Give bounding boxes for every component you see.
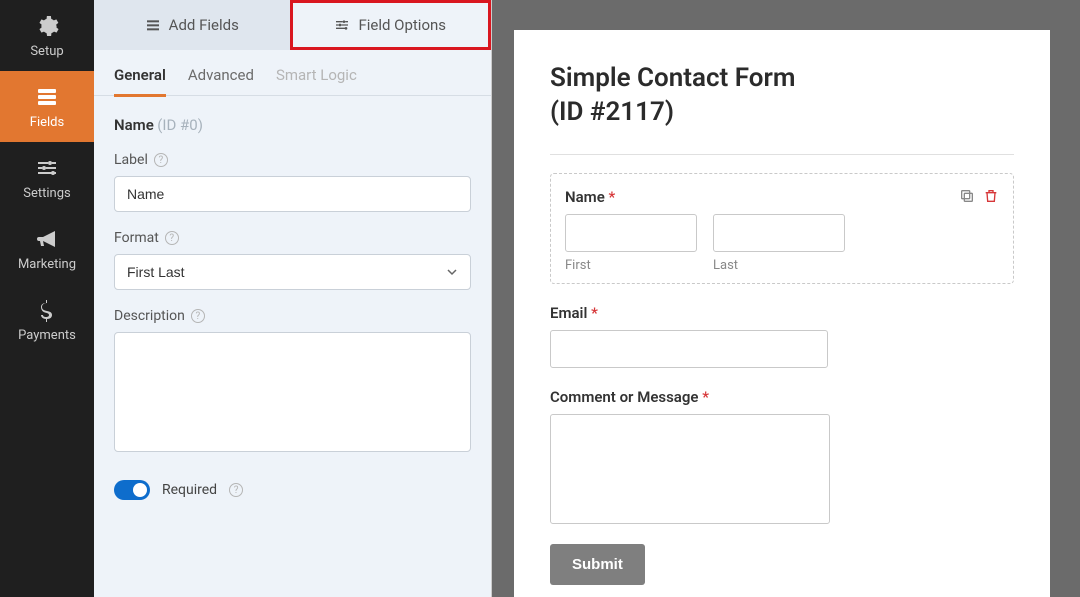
field-label: Name * xyxy=(565,188,999,206)
nav-payments[interactable]: Payments xyxy=(0,284,94,355)
help-icon[interactable]: ? xyxy=(191,309,205,323)
comment-textarea[interactable] xyxy=(550,414,830,524)
required-asterisk: * xyxy=(609,188,616,206)
tab-field-options[interactable]: Field Options xyxy=(290,0,492,50)
nav-fields[interactable]: Fields xyxy=(0,71,94,142)
required-row: Required ? xyxy=(114,480,471,500)
format-group: Format ? First Last xyxy=(114,230,471,290)
required-asterisk: * xyxy=(702,388,709,406)
help-icon[interactable]: ? xyxy=(154,153,168,167)
sliders-icon xyxy=(334,17,350,33)
tab-label: Add Fields xyxy=(169,16,239,34)
field-label: Comment or Message * xyxy=(550,388,1014,406)
field-title: Name (ID #0) xyxy=(114,116,471,134)
trash-icon[interactable] xyxy=(983,188,999,208)
required-toggle[interactable] xyxy=(114,480,150,500)
label-label: Label ? xyxy=(114,152,168,168)
last-name-col: Last xyxy=(713,214,845,273)
nav-label: Fields xyxy=(30,115,64,130)
preview-name-field[interactable]: Name * First Last xyxy=(550,173,1014,284)
fields-icon xyxy=(35,85,59,109)
required-label: Required xyxy=(162,482,217,498)
last-name-input[interactable] xyxy=(713,214,845,252)
preview-area: Simple Contact Form (ID #2117) Name * Fi… xyxy=(492,0,1080,597)
description-group: Description ? xyxy=(114,308,471,456)
sliders-icon xyxy=(35,156,59,180)
name-row: First Last xyxy=(565,214,999,273)
divider xyxy=(550,154,1014,155)
nav-label: Setup xyxy=(30,44,63,59)
preview-comment-field[interactable]: Comment or Message * xyxy=(550,388,1014,524)
tab-add-fields[interactable]: Add Fields xyxy=(94,0,290,50)
label-input[interactable] xyxy=(114,176,471,212)
nav-label: Payments xyxy=(18,328,76,343)
panel-top-tabs: Add Fields Field Options xyxy=(94,0,491,50)
nav-label: Settings xyxy=(23,186,70,201)
sub-tab-general[interactable]: General xyxy=(114,66,166,97)
bullhorn-icon xyxy=(35,227,59,251)
description-textarea[interactable] xyxy=(114,332,471,452)
format-select[interactable]: First Last xyxy=(114,254,471,290)
nav-settings[interactable]: Settings xyxy=(0,142,94,213)
submit-button[interactable]: Submit xyxy=(550,544,645,585)
preview-email-field[interactable]: Email * xyxy=(550,304,1014,368)
label-group: Label ? xyxy=(114,152,471,212)
list-icon xyxy=(145,17,161,33)
field-id: (ID #0) xyxy=(157,116,203,134)
field-actions xyxy=(959,188,999,208)
field-options-panel: Add Fields Field Options General Advance… xyxy=(94,0,492,597)
tab-label: Field Options xyxy=(358,16,446,34)
field-label: Email * xyxy=(550,304,1014,322)
main-nav-sidebar: Setup Fields Settings Marketing Payments xyxy=(0,0,94,597)
sub-tabs: General Advanced Smart Logic xyxy=(94,50,491,96)
panel-body: Name (ID #0) Label ? Format ? First Last… xyxy=(94,96,491,520)
last-sublabel: Last xyxy=(713,258,845,273)
description-label: Description ? xyxy=(114,308,205,324)
required-asterisk: * xyxy=(591,304,598,322)
sub-tab-advanced[interactable]: Advanced xyxy=(188,66,254,95)
first-name-col: First xyxy=(565,214,697,273)
duplicate-icon[interactable] xyxy=(959,188,975,208)
nav-label: Marketing xyxy=(18,257,76,272)
first-name-input[interactable] xyxy=(565,214,697,252)
nav-setup[interactable]: Setup xyxy=(0,0,94,71)
nav-marketing[interactable]: Marketing xyxy=(0,213,94,284)
preview-card: Simple Contact Form (ID #2117) Name * Fi… xyxy=(514,30,1050,597)
format-label: Format ? xyxy=(114,230,179,246)
first-sublabel: First xyxy=(565,258,697,273)
help-icon[interactable]: ? xyxy=(165,231,179,245)
email-input[interactable] xyxy=(550,330,828,368)
help-icon[interactable]: ? xyxy=(229,483,243,497)
gear-icon xyxy=(35,14,59,38)
dollar-icon xyxy=(35,298,59,322)
form-title: Simple Contact Form (ID #2117) xyxy=(550,62,1014,130)
sub-tab-smart-logic[interactable]: Smart Logic xyxy=(276,66,357,95)
field-name: Name xyxy=(114,116,154,134)
